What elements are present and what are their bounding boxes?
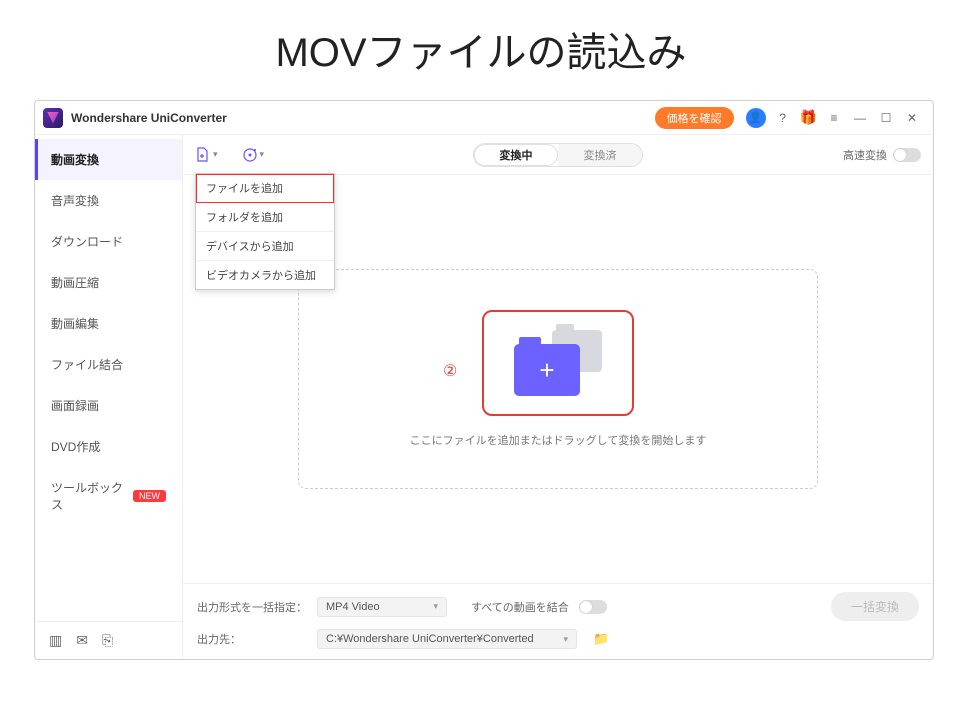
sidebar-item-dvd[interactable]: DVD作成	[35, 426, 182, 467]
sidebar-item-toolbox[interactable]: ツールボックス NEW	[35, 467, 182, 525]
add-disk-button[interactable]: ▾	[242, 147, 265, 163]
tab-converting[interactable]: 変換中	[474, 144, 558, 166]
fast-convert-toggle[interactable]	[893, 148, 921, 162]
batch-convert-button[interactable]: 一括変換	[831, 592, 919, 621]
output-path-select[interactable]: C:¥Wondershare UniConverter¥Converted ▾	[317, 629, 577, 649]
dropzone-hint: ここにファイルを追加またはドラッグして変換を開始します	[410, 432, 707, 448]
app-name: Wondershare UniConverter	[71, 111, 227, 125]
sidebar-item-download[interactable]: ダウンロード	[35, 221, 182, 262]
disc-plus-icon	[242, 147, 258, 163]
app-window: Wondershare UniConverter 価格を確認 👤 ? 🎁 ≡ —…	[34, 100, 934, 660]
menu-icon[interactable]: ≡	[823, 111, 845, 125]
tabs: 変換中 変換済	[473, 143, 643, 167]
app-logo-icon	[43, 108, 63, 128]
new-badge: NEW	[133, 490, 166, 502]
minimize-button[interactable]: —	[849, 111, 871, 125]
sidebar-item-screen-record[interactable]: 画面録画	[35, 385, 182, 426]
folder-plus-icon: +	[514, 330, 602, 396]
fast-convert-label: 高速変換	[843, 147, 887, 163]
close-button[interactable]: ✕	[901, 111, 923, 125]
footer: 出力形式を一括指定： MP4 Video ▾ すべての動画を結合 一括変換 出力…	[183, 583, 933, 659]
dropdown-add-file[interactable]: ファイルを追加	[196, 174, 334, 203]
sidebar-item-video-convert[interactable]: 動画変換	[35, 139, 182, 180]
sidebar-item-edit[interactable]: 動画編集	[35, 303, 182, 344]
titlebar: Wondershare UniConverter 価格を確認 👤 ? 🎁 ≡ —…	[35, 101, 933, 135]
sidebar-item-audio-convert[interactable]: 音声変換	[35, 180, 182, 221]
output-path-value: C:¥Wondershare UniConverter¥Converted	[326, 633, 534, 645]
dropzone-icon-highlight: +	[482, 310, 634, 416]
content-area: ▾ ▾ 変換中 変換済 高速変換	[183, 135, 933, 659]
book-icon[interactable]: ▥	[49, 632, 62, 649]
dropzone[interactable]: + ここにファイルを追加またはドラッグして変換を開始します	[298, 269, 818, 489]
open-folder-icon[interactable]: 📁	[593, 631, 609, 647]
page-title: MOVファイルの読込み	[0, 0, 962, 93]
gift-icon[interactable]: 🎁	[800, 109, 817, 126]
tab-converted[interactable]: 変換済	[558, 144, 642, 166]
mail-icon[interactable]: ✉	[76, 632, 88, 649]
output-path-label: 出力先：	[197, 631, 307, 647]
output-format-select[interactable]: MP4 Video ▾	[317, 597, 447, 617]
output-format-label: 出力形式を一括指定：	[197, 599, 307, 615]
sidebar-item-compress[interactable]: 動画圧縮	[35, 262, 182, 303]
check-price-button[interactable]: 価格を確認	[655, 107, 734, 129]
help-icon[interactable]: ?	[772, 111, 794, 125]
chevron-down-icon: ▾	[213, 149, 218, 160]
add-file-button[interactable]: ▾	[195, 147, 218, 163]
chevron-down-icon: ▾	[260, 149, 265, 160]
merge-all-label: すべての動画を結合	[471, 599, 569, 615]
merge-all-toggle[interactable]	[579, 600, 607, 614]
chevron-down-icon: ▾	[563, 634, 568, 645]
dropdown-from-camera[interactable]: ビデオカメラから追加	[196, 261, 334, 289]
sidebar: 動画変換 音声変換 ダウンロード 動画圧縮 動画編集 ファイル結合 画面録画 D…	[35, 135, 183, 659]
sidebar-item-label: ツールボックス	[51, 479, 125, 513]
sidebar-item-merge[interactable]: ファイル結合	[35, 344, 182, 385]
file-plus-icon	[195, 147, 211, 163]
dropdown-from-device[interactable]: デバイスから追加	[196, 232, 334, 261]
account-icon[interactable]: 👤	[746, 108, 766, 128]
add-file-dropdown: ファイルを追加 フォルダを追加 デバイスから追加 ビデオカメラから追加	[195, 173, 335, 290]
feedback-icon[interactable]: ⎘	[102, 632, 113, 649]
content-toolbar: ▾ ▾ 変換中 変換済 高速変換	[183, 135, 933, 175]
output-format-value: MP4 Video	[326, 601, 380, 613]
maximize-button[interactable]: ☐	[875, 111, 897, 125]
annotation-2: ②	[443, 361, 457, 381]
chevron-down-icon: ▾	[433, 601, 438, 612]
dropdown-add-folder[interactable]: フォルダを追加	[196, 203, 334, 232]
